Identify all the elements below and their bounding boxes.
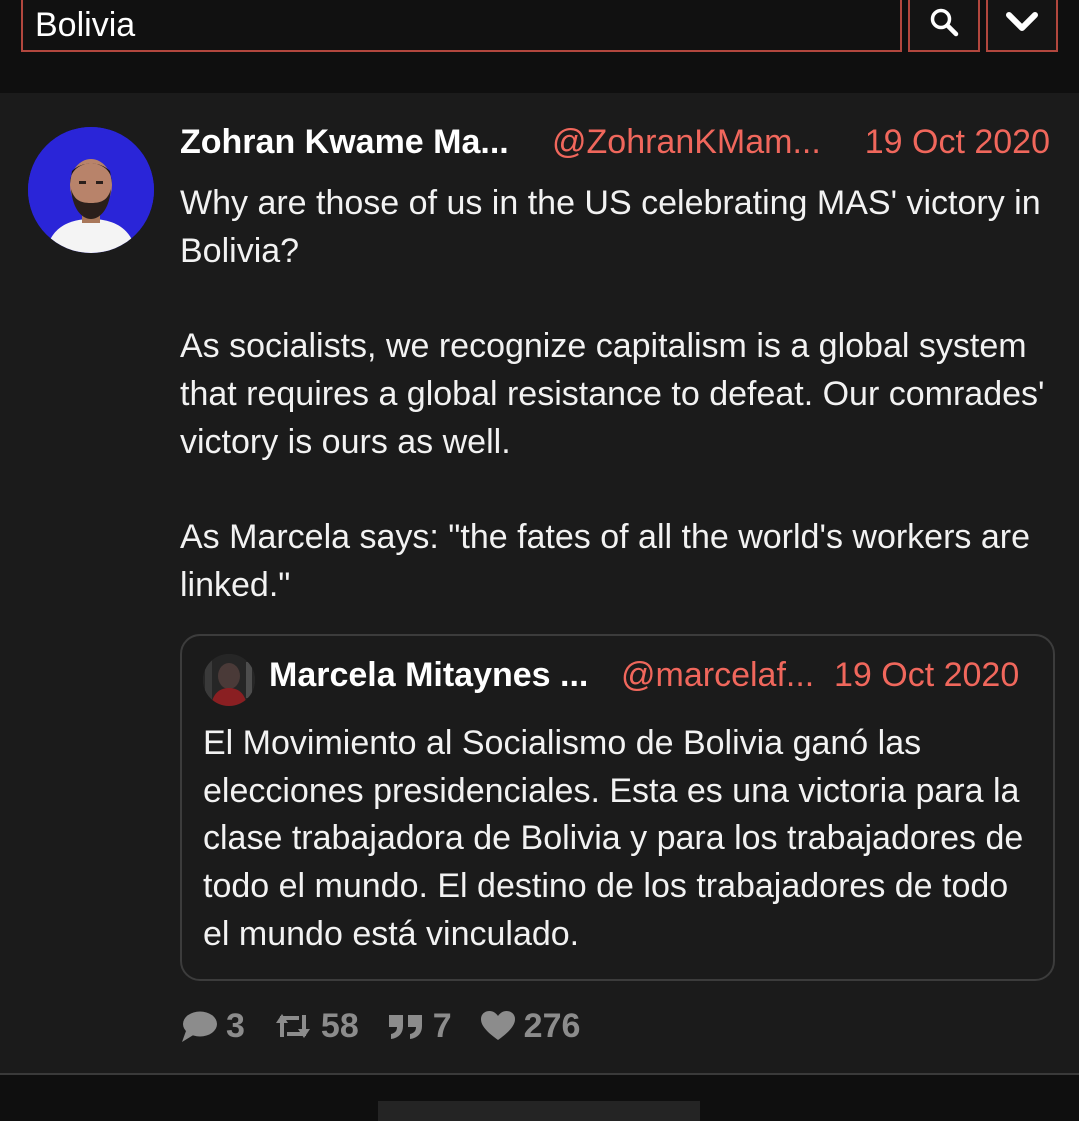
quote-avatar[interactable] (203, 654, 255, 706)
avatar[interactable] (28, 127, 154, 253)
quote-count: 7 (432, 1006, 452, 1045)
quote-author-handle[interactable]: @marcelaf... (621, 656, 814, 695)
quote-header: Marcela Mitaynes ... @marcelaf... 19 Oct… (269, 656, 1039, 700)
tweet-paragraph: As socialists, we recognize capitalism i… (180, 327, 1045, 461)
tweet-card[interactable]: Zohran Kwame Ma... @ZohranKMam... 19 Oct… (0, 93, 1079, 1073)
tweet-date[interactable]: 19 Oct 2020 (865, 123, 1050, 162)
load-more-button[interactable] (378, 1101, 700, 1121)
search-input[interactable] (21, 0, 902, 52)
like-count: 276 (523, 1006, 581, 1045)
tweet-paragraph: Why are those of us in the US celebratin… (180, 184, 1041, 270)
search-icon (930, 8, 959, 37)
retweet-action[interactable]: 58 (273, 1007, 359, 1046)
quote-text: El Movimiento al Socialismo de Bolivia g… (203, 724, 1024, 953)
divider (0, 1073, 1079, 1075)
retweet-icon (275, 1014, 310, 1038)
tweet-paragraph: As Marcela says: "the fates of all the w… (180, 517, 1030, 604)
retweet-count: 58 (320, 1006, 359, 1045)
like-action[interactable]: 276 (480, 1006, 581, 1046)
top-bar (0, 0, 1079, 80)
quote-action[interactable]: 7 (387, 1007, 452, 1046)
reply-action[interactable]: 3 (180, 1007, 245, 1046)
chevron-down-icon (1006, 12, 1038, 31)
tweet-actions: 3 58 7 276 (180, 1001, 608, 1051)
tweet-header: Zohran Kwame Ma... @ZohranKMam... 19 Oct… (180, 123, 1060, 167)
reply-count: 3 (226, 1006, 245, 1045)
search-button[interactable] (908, 0, 980, 52)
heart-icon (480, 1011, 515, 1040)
quote-author-name[interactable]: Marcela Mitaynes ... (269, 656, 588, 695)
reply-icon (182, 1011, 217, 1042)
quoted-tweet[interactable]: Marcela Mitaynes ... @marcelaf... 19 Oct… (180, 634, 1055, 981)
author-handle[interactable]: @ZohranKMam... (552, 123, 821, 162)
quote-icon (388, 1015, 422, 1039)
quote-date[interactable]: 19 Oct 2020 (834, 656, 1019, 695)
dropdown-button[interactable] (986, 0, 1058, 52)
tweet-text: Why are those of us in the US celebratin… (180, 180, 1050, 657)
author-name[interactable]: Zohran Kwame Ma... (180, 123, 509, 162)
